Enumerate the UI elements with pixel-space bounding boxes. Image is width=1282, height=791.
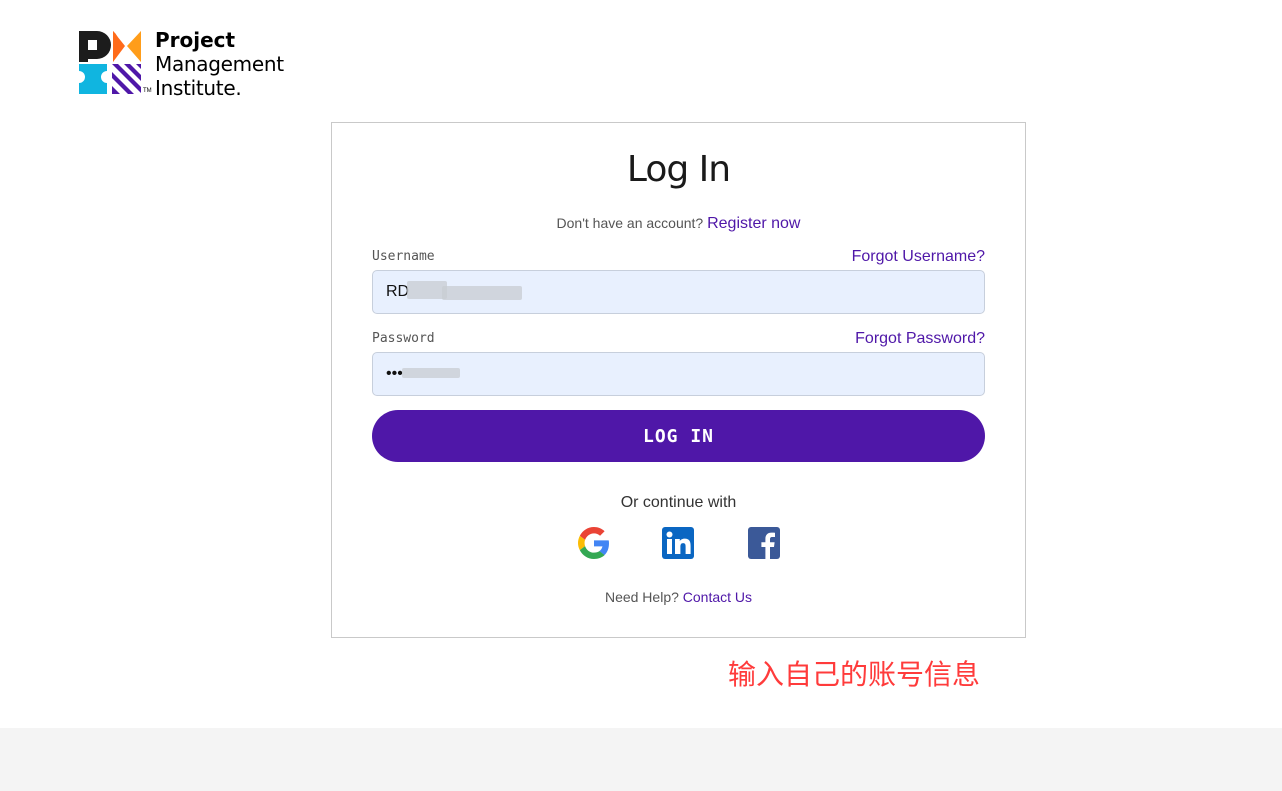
password-label: Password (372, 331, 435, 346)
redaction-blur (402, 368, 460, 378)
no-account-text: Don't have an account? (556, 215, 704, 231)
page-title: Log In (626, 149, 731, 190)
logo-line-1: Project (155, 28, 236, 52)
log-in-button[interactable]: LOG IN (372, 410, 985, 462)
username-label: Username (372, 249, 435, 264)
forgot-username-link[interactable]: Forgot Username? (852, 248, 985, 266)
forgot-password-link[interactable]: Forgot Password? (855, 330, 985, 348)
logo-line-2: Management (155, 52, 284, 76)
pmi-logo[interactable]: Project Management Institute. (79, 28, 284, 100)
trademark-mark: TM (143, 88, 152, 94)
password-input[interactable] (372, 352, 985, 396)
facebook-icon[interactable] (748, 527, 780, 559)
linkedin-icon[interactable] (662, 527, 694, 559)
google-icon[interactable] (578, 527, 610, 559)
register-now-link[interactable]: Register now (707, 215, 800, 232)
continue-with-text: Or continue with (620, 494, 737, 511)
pmi-logo-mark-icon (79, 31, 141, 94)
page-footer (0, 728, 1282, 791)
redaction-blur (442, 286, 522, 300)
need-help-text: Need Help? (604, 589, 679, 605)
register-prompt: Don't have an account? Register now (332, 215, 1025, 233)
help-line: Need Help? Contact Us (332, 589, 1025, 605)
redaction-blur (407, 281, 447, 299)
contact-us-link[interactable]: Contact Us (683, 589, 752, 605)
annotation-note: 输入自己的账号信息 (728, 658, 981, 691)
login-card: Log In Don't have an account? Register n… (331, 122, 1026, 638)
pmi-logo-text: Project Management Institute. (155, 28, 284, 100)
logo-line-3: Institute. (155, 76, 242, 100)
